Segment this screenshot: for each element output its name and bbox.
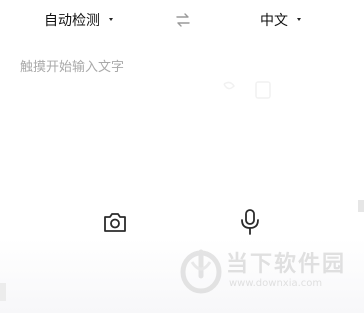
faded-background-icons [223, 81, 271, 99]
target-language-label: 中文 [260, 13, 288, 29]
microphone-icon [241, 209, 259, 235]
camera-button[interactable] [101, 208, 129, 236]
text-input-area [0, 48, 364, 198]
camera-icon [104, 213, 126, 232]
source-text-input[interactable] [20, 56, 340, 186]
right-edge-divider [358, 200, 364, 212]
caret-down-icon [297, 17, 301, 21]
microphone-button[interactable] [236, 208, 264, 236]
source-language-selector[interactable]: 自动检测 [44, 9, 113, 31]
left-edge-divider [0, 283, 6, 301]
watermark-logo-icon [180, 249, 222, 294]
language-bar: 自动检测 中文 [0, 0, 364, 40]
translator-app: 自动检测 中文 触摸开始输入文字 当下软件园 www.downxia.com [0, 0, 364, 313]
source-language-label: 自动检测 [44, 13, 100, 29]
swap-languages-button[interactable] [174, 11, 192, 29]
watermark-url: www.downxia.com [229, 278, 323, 289]
swap-arrows-icon [176, 13, 190, 27]
target-language-selector[interactable]: 中文 [260, 9, 301, 31]
watermark-title: 当下软件园 [226, 252, 347, 277]
caret-down-icon [109, 17, 113, 21]
watermark: 当下软件园 www.downxia.com [174, 242, 350, 298]
